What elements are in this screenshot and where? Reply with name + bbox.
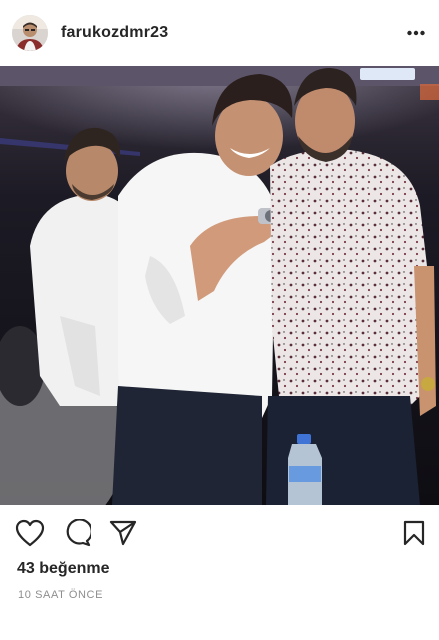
more-horizontal-icon bbox=[407, 30, 425, 36]
post-header: farukozdmr23 bbox=[0, 0, 439, 66]
comment-icon bbox=[66, 519, 91, 547]
heart-icon bbox=[15, 519, 45, 547]
post-timestamp: 10 SAAT ÖNCE bbox=[18, 589, 104, 601]
username[interactable]: farukozdmr23 bbox=[61, 24, 401, 42]
like-button[interactable] bbox=[15, 519, 45, 547]
bookmark-icon bbox=[403, 520, 425, 546]
share-button[interactable] bbox=[109, 520, 137, 546]
post-actions bbox=[0, 511, 439, 555]
paper-plane-icon bbox=[109, 520, 137, 546]
post-photo[interactable] bbox=[0, 66, 439, 505]
more-options-button[interactable] bbox=[401, 23, 425, 43]
avatar[interactable] bbox=[12, 15, 48, 51]
likes-count[interactable]: 43 beğenme bbox=[17, 560, 109, 578]
comment-button[interactable] bbox=[63, 519, 91, 547]
save-button[interactable] bbox=[403, 520, 425, 546]
